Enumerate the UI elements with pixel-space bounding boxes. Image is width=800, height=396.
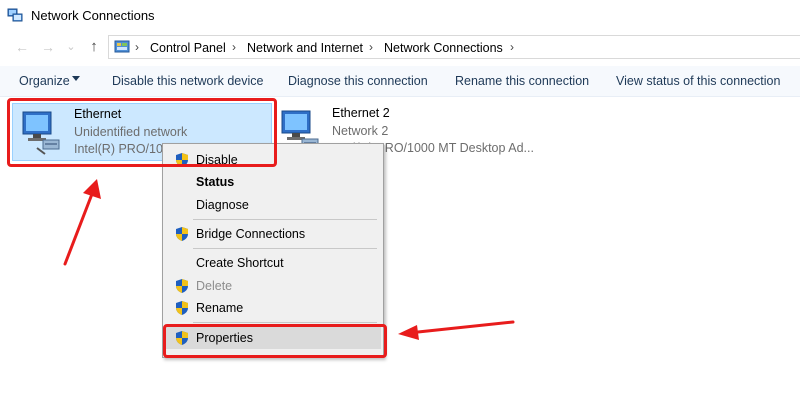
annotation-arrowhead bbox=[83, 179, 101, 199]
annotation-arrow bbox=[63, 192, 94, 266]
annotation-arrows bbox=[63, 179, 515, 340]
annotation-arrowhead bbox=[398, 325, 419, 340]
annotation-arrow bbox=[416, 320, 515, 334]
